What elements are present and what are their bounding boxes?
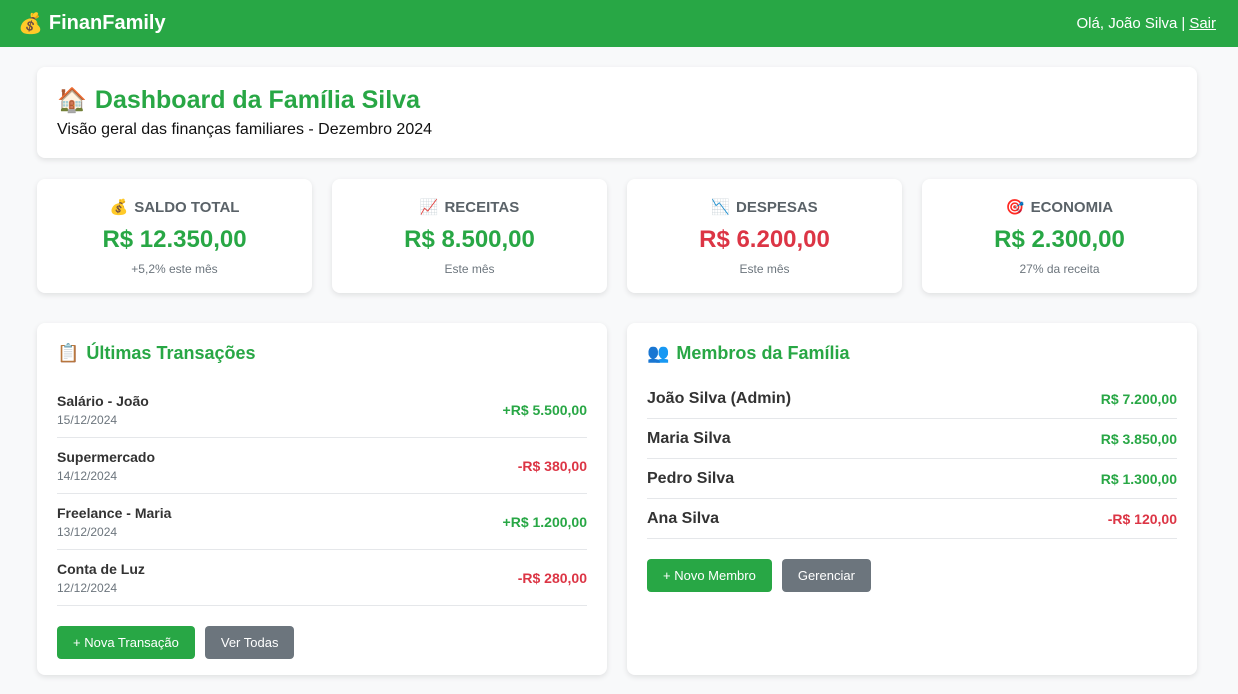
member-amount: R$ 7.200,00 <box>1100 390 1177 407</box>
transaction-row[interactable]: Freelance - Maria 13/12/2024 +R$ 1.200,0… <box>57 494 587 550</box>
stat-note: 27% da receita <box>1019 262 1100 276</box>
transactions-panel: 📋 Últimas Transações Salário - João 15/1… <box>37 323 607 675</box>
transaction-date: 12/12/2024 <box>57 580 118 595</box>
member-row[interactable]: João Silva (Admin) R$ 7.200,00 <box>647 379 1177 419</box>
transaction-amount: +R$ 1.200,00 <box>502 513 587 530</box>
stat-card-expenses: 📉 DESPESAS R$ 6.200,00 Este mês <box>627 179 902 293</box>
stat-label-text: SALDO TOTAL <box>134 198 240 216</box>
transaction-name: Supermercado <box>57 448 156 465</box>
member-name: Maria Silva <box>647 429 731 447</box>
page-title: 🏠 Dashboard da Família Silva <box>57 86 1177 115</box>
member-row[interactable]: Ana Silva -R$ 120,00 <box>647 499 1177 539</box>
transaction-date: 14/12/2024 <box>57 468 118 483</box>
dashboard-header: 🏠 Dashboard da Família Silva Visão geral… <box>37 67 1197 158</box>
page-title-text: Dashboard da Família Silva <box>94 86 421 114</box>
panel-title-text: Membros da Família <box>676 343 850 363</box>
user-box: Olá, João Silva | Sair <box>1077 15 1216 32</box>
money-bag-icon: 💰 <box>109 199 129 216</box>
transaction-row[interactable]: Salário - João 15/12/2024 +R$ 5.500,00 <box>57 382 587 438</box>
member-name: Pedro Silva <box>647 469 735 487</box>
member-actions: + Novo Membro Gerenciar <box>647 559 1177 592</box>
stat-card-income: 📈 RECEITAS R$ 8.500,00 Este mês <box>332 179 607 293</box>
user-greeting: Olá, João Silva <box>1076 15 1178 32</box>
transaction-list: Salário - João 15/12/2024 +R$ 5.500,00 S… <box>57 382 587 606</box>
stat-value: R$ 6.200,00 <box>699 226 830 253</box>
separator: | <box>1181 15 1186 32</box>
brand-name: FinanFamily <box>48 12 166 34</box>
view-all-button[interactable]: Ver Todas <box>204 626 295 659</box>
brand[interactable]: 💰 FinanFamily <box>18 11 166 36</box>
panel-title: 👥 Membros da Família <box>647 343 1177 364</box>
house-icon: 🏠 <box>57 87 87 114</box>
stat-label: 💰 SALDO TOTAL <box>37 198 312 217</box>
transaction-row[interactable]: Supermercado 14/12/2024 -R$ 380,00 <box>57 438 587 494</box>
members-panel: 👥 Membros da Família João Silva (Admin) … <box>627 323 1197 675</box>
transaction-amount: -R$ 280,00 <box>517 569 587 586</box>
stat-value: R$ 8.500,00 <box>404 226 535 253</box>
member-list: João Silva (Admin) R$ 7.200,00 Maria Sil… <box>647 379 1177 539</box>
member-amount: R$ 1.300,00 <box>1100 470 1177 487</box>
transaction-name: Freelance - Maria <box>57 504 172 521</box>
page-subtitle: Visão geral das finanças familiares - De… <box>57 121 433 138</box>
transaction-name: Conta de Luz <box>57 560 145 577</box>
member-amount: R$ 3.850,00 <box>1100 430 1177 447</box>
clipboard-icon: 📋 <box>57 343 80 363</box>
transaction-amount: +R$ 5.500,00 <box>502 401 587 418</box>
new-transaction-button[interactable]: + Nova Transação <box>57 626 195 659</box>
transaction-row[interactable]: Conta de Luz 12/12/2024 -R$ 280,00 <box>57 550 587 606</box>
chart-increasing-icon: 📈 <box>419 199 439 216</box>
target-icon: 🎯 <box>1005 199 1025 216</box>
member-row[interactable]: Pedro Silva R$ 1.300,00 <box>647 459 1177 499</box>
people-icon: 👥 <box>647 343 670 363</box>
stat-card-savings: 🎯 ECONOMIA R$ 2.300,00 27% da receita <box>922 179 1197 293</box>
stat-value: R$ 12.350,00 <box>102 226 247 253</box>
stat-label-text: ECONOMIA <box>1030 198 1114 216</box>
member-name: Ana Silva <box>647 509 720 527</box>
transaction-date: 13/12/2024 <box>57 524 118 539</box>
stat-note: +5,2% este mês <box>131 262 218 276</box>
member-name: João Silva (Admin) <box>647 389 792 407</box>
member-amount: -R$ 120,00 <box>1107 510 1177 527</box>
stat-note: Este mês <box>739 262 790 276</box>
stat-label-text: DESPESAS <box>735 198 818 216</box>
stat-value: R$ 2.300,00 <box>994 226 1125 253</box>
chart-decreasing-icon: 📉 <box>711 199 730 216</box>
top-navbar: 💰 FinanFamily Olá, João Silva | Sair <box>0 0 1238 47</box>
transaction-date: 15/12/2024 <box>57 412 118 427</box>
stat-label: 📉 DESPESAS <box>627 198 902 217</box>
stat-label-text: RECEITAS <box>444 198 520 216</box>
panel-title: 📋 Últimas Transações <box>57 343 587 364</box>
stat-card-total-balance: 💰 SALDO TOTAL R$ 12.350,00 +5,2% este mê… <box>37 179 312 293</box>
money-bag-icon: 💰 <box>18 13 43 35</box>
member-row[interactable]: Maria Silva R$ 3.850,00 <box>647 419 1177 459</box>
transaction-actions: + Nova Transação Ver Todas <box>57 626 587 659</box>
manage-members-button[interactable]: Gerenciar <box>781 559 871 592</box>
stat-label: 🎯 ECONOMIA <box>922 198 1197 217</box>
panel-title-text: Últimas Transações <box>86 343 256 363</box>
logout-link[interactable]: Sair <box>1189 15 1216 32</box>
stat-label: 📈 RECEITAS <box>332 198 607 217</box>
transaction-amount: -R$ 380,00 <box>517 457 587 474</box>
transaction-name: Salário - João <box>57 392 149 409</box>
stat-note: Este mês <box>444 262 495 276</box>
new-member-button[interactable]: + Novo Membro <box>647 559 772 592</box>
